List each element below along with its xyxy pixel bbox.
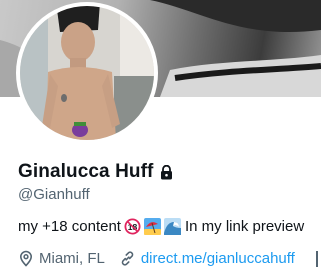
lock-icon: [160, 164, 173, 180]
profile-handle: @Gianhuff: [18, 186, 90, 203]
profile-name-row: Ginalucca Huff: [18, 160, 173, 184]
bio-tail-text: In my link preview: [184, 218, 305, 235]
water-wave-icon: [163, 218, 181, 235]
bio-text: my +18 content: [18, 218, 121, 235]
meta-overflow-edge: [316, 251, 318, 267]
website-link[interactable]: direct.me/gianluccahuff: [141, 250, 295, 267]
avatar-image: [20, 6, 154, 140]
location-item: Miami, FL: [18, 250, 105, 267]
map-pin-icon: [18, 250, 39, 267]
website-item[interactable]: direct.me/gianluccahuff: [119, 250, 295, 267]
location-text: Miami, FL: [39, 250, 105, 267]
link-icon: [119, 250, 141, 267]
profile-avatar[interactable]: [16, 2, 158, 144]
profile-bio: my +18 content 18 In my link preview: [18, 218, 304, 235]
no-under-18-icon: 18: [124, 218, 141, 235]
profile-meta: Miami, FL direct.me/gianluccahuff: [18, 250, 295, 267]
beach-umbrella-icon: [143, 218, 161, 235]
display-name: Ginalucca Huff: [18, 161, 154, 182]
